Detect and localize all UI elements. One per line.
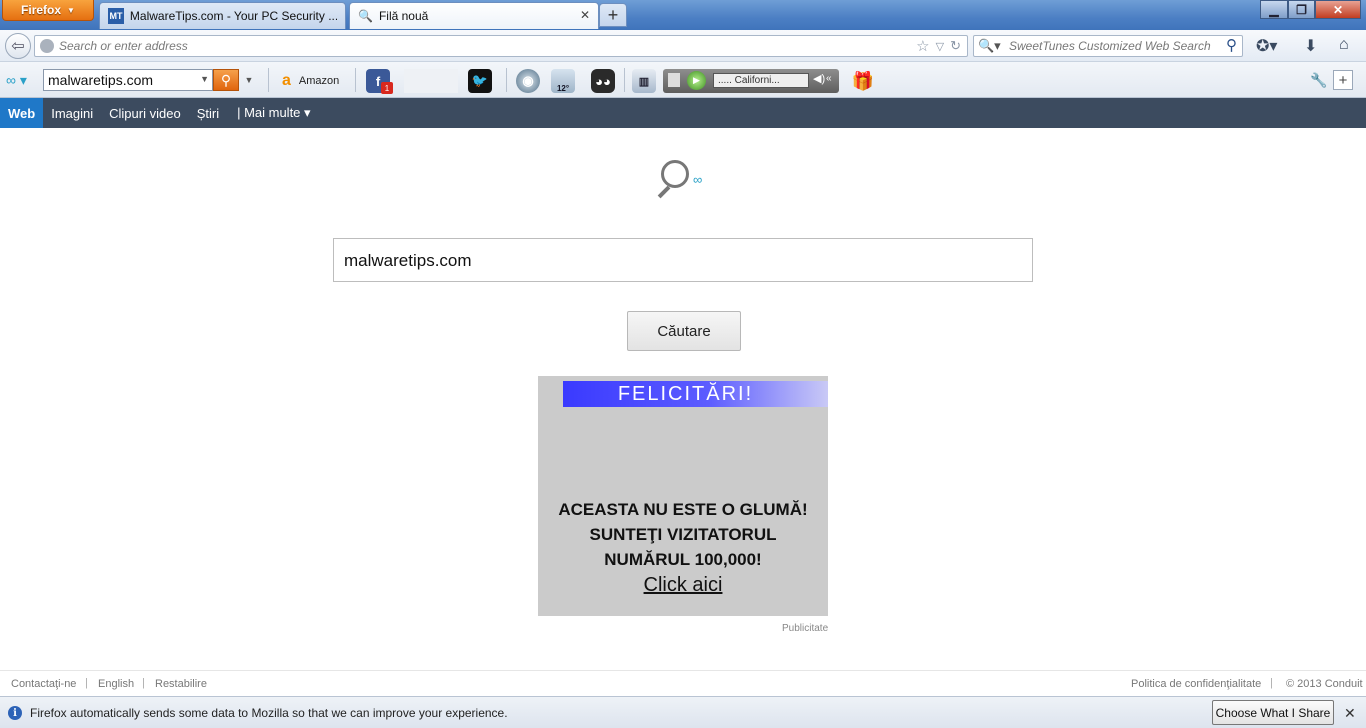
radio-player: ▶ ..... Californi... ◀) « bbox=[663, 69, 839, 93]
toolbar-logo-icon[interactable]: ∞ ▾ bbox=[6, 72, 27, 89]
maximize-button[interactable]: ❐ bbox=[1288, 0, 1315, 19]
reset-link[interactable]: Restabilire bbox=[155, 678, 207, 690]
web-search-input[interactable] bbox=[1009, 38, 1219, 54]
webcam-icon[interactable]: ◉ bbox=[516, 69, 540, 93]
contact-link[interactable]: Contactaţi-ne bbox=[11, 678, 76, 690]
copyright-text: © 2013 Conduit bbox=[1286, 678, 1363, 690]
choose-what-i-share-button[interactable]: Choose What I Share bbox=[1212, 700, 1334, 725]
close-icon[interactable]: ✕ bbox=[1344, 705, 1356, 722]
collapse-icon[interactable]: « bbox=[826, 73, 832, 84]
privacy-link[interactable]: Politica de confidenţialitate bbox=[1131, 678, 1261, 690]
main-search-box[interactable] bbox=[333, 238, 1033, 282]
tab-title: Filă nouă bbox=[378, 9, 429, 23]
chevron-down-icon: ▼ bbox=[67, 5, 75, 15]
volume-icon[interactable]: ◀) bbox=[813, 72, 825, 85]
separator: | bbox=[142, 677, 145, 689]
ad-text: ACEASTA NU ESTE O GLUMĂ! SUNTEŢI VIZITAT… bbox=[538, 497, 828, 572]
separator bbox=[268, 68, 269, 92]
category-more[interactable]: | Mai multe ▾ bbox=[229, 98, 318, 128]
star-bookmark-icon[interactable]: ☆ bbox=[916, 37, 929, 55]
reload-icon[interactable]: ↻ bbox=[950, 38, 961, 55]
gift-icon[interactable]: 🎁 bbox=[851, 69, 875, 93]
category-videos[interactable]: Clipuri video bbox=[101, 98, 189, 128]
toolbar-search-options-button[interactable]: ▼ bbox=[241, 69, 257, 91]
magnifier-handle bbox=[657, 185, 671, 199]
chevron-down-icon[interactable]: ▽ bbox=[936, 40, 944, 55]
malwaretips-favicon-icon: MT bbox=[108, 8, 124, 24]
magnifier-icon bbox=[661, 160, 689, 188]
owl-icon[interactable]: ◕◕ bbox=[591, 69, 615, 93]
search-category-nav: Web Imagini Clipuri video Știri | Mai mu… bbox=[0, 98, 1366, 128]
close-tab-icon[interactable]: ✕ bbox=[580, 8, 590, 22]
add-app-button[interactable]: + bbox=[1333, 70, 1353, 90]
play-icon[interactable]: ▶ bbox=[687, 71, 706, 90]
search-bar[interactable]: 🔍▾ ⚲ bbox=[973, 35, 1243, 57]
conduit-toolbar: ∞ ▾ ▼ ⚲ ▼ a Amazon f 1 🐦 ◉ 12° ◕◕ ▥ ▶ ..… bbox=[0, 62, 1366, 98]
back-button[interactable]: ⇦ bbox=[5, 33, 31, 59]
search-icon: ⚲ bbox=[220, 71, 232, 88]
page-footer: Contactaţi-ne | English | Restabilire Po… bbox=[0, 670, 1366, 696]
ad-line-3: NUMĂRUL 100,000! bbox=[604, 550, 762, 569]
minimize-button[interactable]: ▁ bbox=[1260, 0, 1288, 19]
category-images[interactable]: Imagini bbox=[43, 98, 101, 128]
twitter-icon[interactable]: 🐦 bbox=[468, 69, 492, 93]
title-bar: Firefox ▼ MT MalwareTips.com - Your PC S… bbox=[0, 0, 1366, 30]
ad-click-link[interactable]: Click aici bbox=[538, 574, 828, 597]
firefox-menu-button[interactable]: Firefox ▼ bbox=[2, 0, 94, 21]
separator bbox=[506, 68, 507, 92]
advertisement[interactable]: FELICITĂRI! ACEASTA NU ESTE O GLUMĂ! SUN… bbox=[538, 376, 828, 616]
category-web[interactable]: Web bbox=[0, 98, 44, 128]
info-icon: i bbox=[8, 706, 22, 720]
english-link[interactable]: English bbox=[98, 678, 134, 690]
weather-icon[interactable]: 12° bbox=[551, 69, 575, 93]
popout-icon[interactable] bbox=[668, 73, 680, 87]
search-button[interactable]: Căutare bbox=[627, 311, 741, 351]
bookmarks-menu-icon[interactable]: ✪▾ bbox=[1256, 36, 1277, 56]
main-search-input[interactable] bbox=[344, 249, 1014, 273]
navigation-bar: ⇦ ☆ ▽ ↻ 🔍▾ ⚲ ✪▾ ⬇ ⌂ bbox=[0, 30, 1366, 62]
arrow-left-icon: ⇦ bbox=[11, 38, 25, 55]
home-icon[interactable]: ⌂ bbox=[1339, 36, 1349, 54]
tab-new-tab[interactable]: 🔍 Filă nouă ✕ bbox=[349, 2, 599, 29]
ad-banner-title: FELICITĂRI! bbox=[563, 381, 828, 407]
firefox-menu-label: Firefox bbox=[21, 3, 62, 17]
toolbar-search-box[interactable]: ▼ bbox=[43, 69, 213, 91]
toolbar-search-button[interactable]: ⚲ bbox=[213, 69, 239, 91]
separator: | bbox=[1270, 677, 1273, 689]
separator bbox=[355, 68, 356, 92]
amazon-button[interactable]: a Amazon bbox=[282, 72, 339, 90]
ad-label: Publicitate bbox=[782, 623, 829, 634]
ad-line-2: SUNTEŢI VIZITATORUL bbox=[589, 525, 777, 544]
tab-malwaretips[interactable]: MT MalwareTips.com - Your PC Security ..… bbox=[99, 2, 346, 29]
notification-message: Firefox automatically sends some data to… bbox=[30, 706, 508, 720]
notification-bar: i Firefox automatically sends some data … bbox=[0, 696, 1366, 728]
address-bar[interactable]: ☆ ▽ ↻ bbox=[34, 35, 968, 57]
address-input[interactable] bbox=[59, 38, 899, 54]
weather-temperature: 12° bbox=[556, 84, 570, 93]
globe-icon bbox=[40, 39, 54, 53]
separator bbox=[624, 68, 625, 92]
close-window-button[interactable]: ✕ bbox=[1315, 0, 1361, 19]
wrench-icon[interactable]: 🔧 bbox=[1310, 72, 1327, 89]
magnifier-icon[interactable]: ⚲ bbox=[1226, 36, 1237, 54]
facebook-notification-badge: 1 bbox=[381, 82, 393, 94]
search-logo: ∞ bbox=[655, 158, 715, 200]
toolbar-search-input[interactable] bbox=[48, 72, 198, 88]
ad-line-1: ACEASTA NU ESTE O GLUMĂ! bbox=[558, 500, 808, 519]
amazon-label: Amazon bbox=[298, 75, 340, 87]
chevron-down-icon[interactable]: ▼ bbox=[200, 74, 209, 84]
toolbar-blank-slot bbox=[404, 69, 458, 93]
new-tab-button[interactable]: + bbox=[599, 3, 627, 27]
downloads-icon[interactable]: ⬇ bbox=[1304, 36, 1317, 56]
radio-station-select[interactable]: ..... Californi... bbox=[713, 73, 809, 88]
search-icon: 🔍 bbox=[358, 9, 373, 23]
category-news[interactable]: Știri bbox=[189, 98, 227, 128]
radio-icon[interactable]: ▥ bbox=[632, 69, 656, 93]
tab-title: MalwareTips.com - Your PC Security ... bbox=[129, 9, 337, 23]
search-engine-icon[interactable]: 🔍▾ bbox=[978, 38, 1001, 54]
separator: | bbox=[85, 677, 88, 689]
amazon-icon: a bbox=[282, 72, 291, 89]
conduit-logo-icon: ∞ bbox=[693, 172, 703, 187]
